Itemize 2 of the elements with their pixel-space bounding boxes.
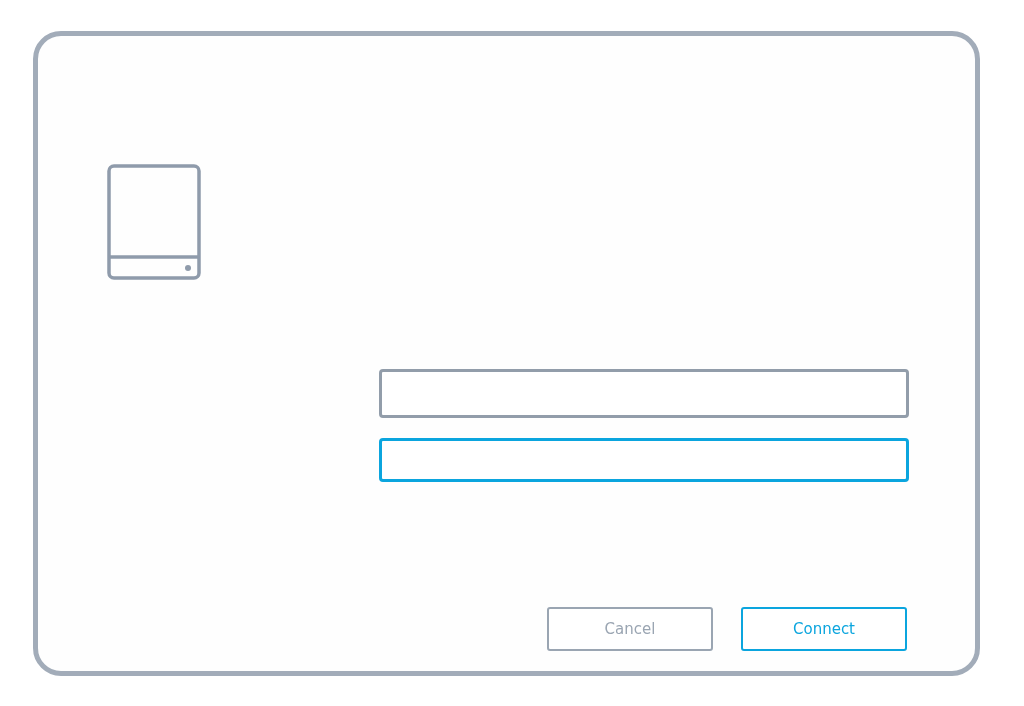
connect-button[interactable]: Connect <box>741 607 907 651</box>
cancel-button[interactable]: Cancel <box>547 607 713 651</box>
